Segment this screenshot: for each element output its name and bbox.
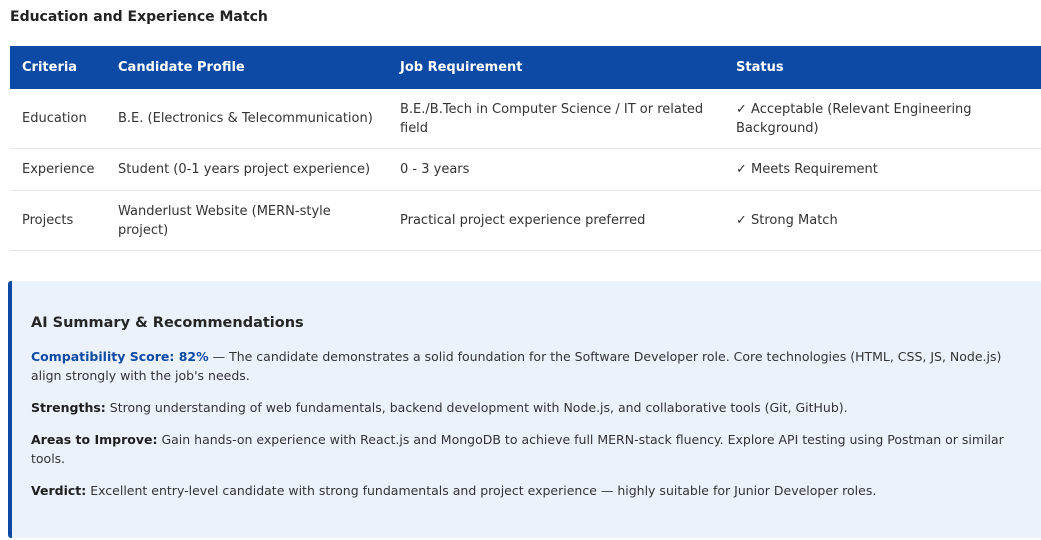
table-header-row: Criteria Candidate Profile Job Requireme…: [10, 46, 1041, 89]
cell-candidate-profile: Student (0-1 years project experience): [106, 148, 388, 191]
cell-status: ✓ Strong Match: [724, 190, 1041, 251]
ai-summary-panel: AI Summary & Recommendations Compatibili…: [8, 281, 1041, 538]
summary-title: AI Summary & Recommendations: [31, 315, 304, 331]
column-header-status: Status: [724, 46, 1041, 89]
compatibility-score: Compatibility Score: 82%: [31, 349, 209, 364]
cell-status: ✓ Acceptable (Relevant Engineering Backg…: [724, 89, 1041, 149]
improve-paragraph: Areas to Improve: Gain hands-on experien…: [31, 430, 1023, 468]
verdict-label: Verdict:: [31, 483, 87, 498]
strengths-paragraph: Strengths: Strong understanding of web f…: [31, 398, 1023, 417]
cell-criteria: Education: [10, 89, 106, 149]
column-header-candidate-profile: Candidate Profile: [106, 46, 388, 89]
strengths-text: Strong understanding of web fundamentals…: [105, 400, 848, 415]
cell-criteria: Projects: [10, 190, 106, 251]
cell-criteria: Experience: [10, 148, 106, 191]
cell-candidate-profile: Wanderlust Website (MERN-style project): [106, 190, 388, 251]
improve-label: Areas to Improve:: [31, 432, 158, 447]
cell-candidate-profile: B.E. (Electronics & Telecommunication): [106, 89, 388, 149]
table-row: Projects Wanderlust Website (MERN-style …: [10, 190, 1041, 251]
improve-text: Gain hands-on experience with React.js a…: [31, 432, 1004, 466]
column-header-criteria: Criteria: [10, 46, 106, 89]
section-title: Education and Experience Match: [10, 9, 268, 25]
verdict-paragraph: Verdict: Excellent entry-level candidate…: [31, 481, 1023, 500]
cell-job-requirement: 0 - 3 years: [388, 148, 724, 191]
column-header-job-requirement: Job Requirement: [388, 46, 724, 89]
compatibility-paragraph: Compatibility Score: 82% — The candidate…: [31, 347, 1023, 385]
table-row: Experience Student (0-1 years project ex…: [10, 148, 1041, 191]
education-experience-table: Criteria Candidate Profile Job Requireme…: [10, 46, 1041, 251]
table-row: Education B.E. (Electronics & Telecommun…: [10, 89, 1041, 149]
cell-job-requirement: B.E./B.Tech in Computer Science / IT or …: [388, 89, 724, 149]
cell-job-requirement: Practical project experience preferred: [388, 190, 724, 251]
strengths-label: Strengths:: [31, 400, 106, 415]
verdict-text: Excellent entry-level candidate with str…: [86, 483, 877, 498]
cell-status: ✓ Meets Requirement: [724, 148, 1041, 191]
